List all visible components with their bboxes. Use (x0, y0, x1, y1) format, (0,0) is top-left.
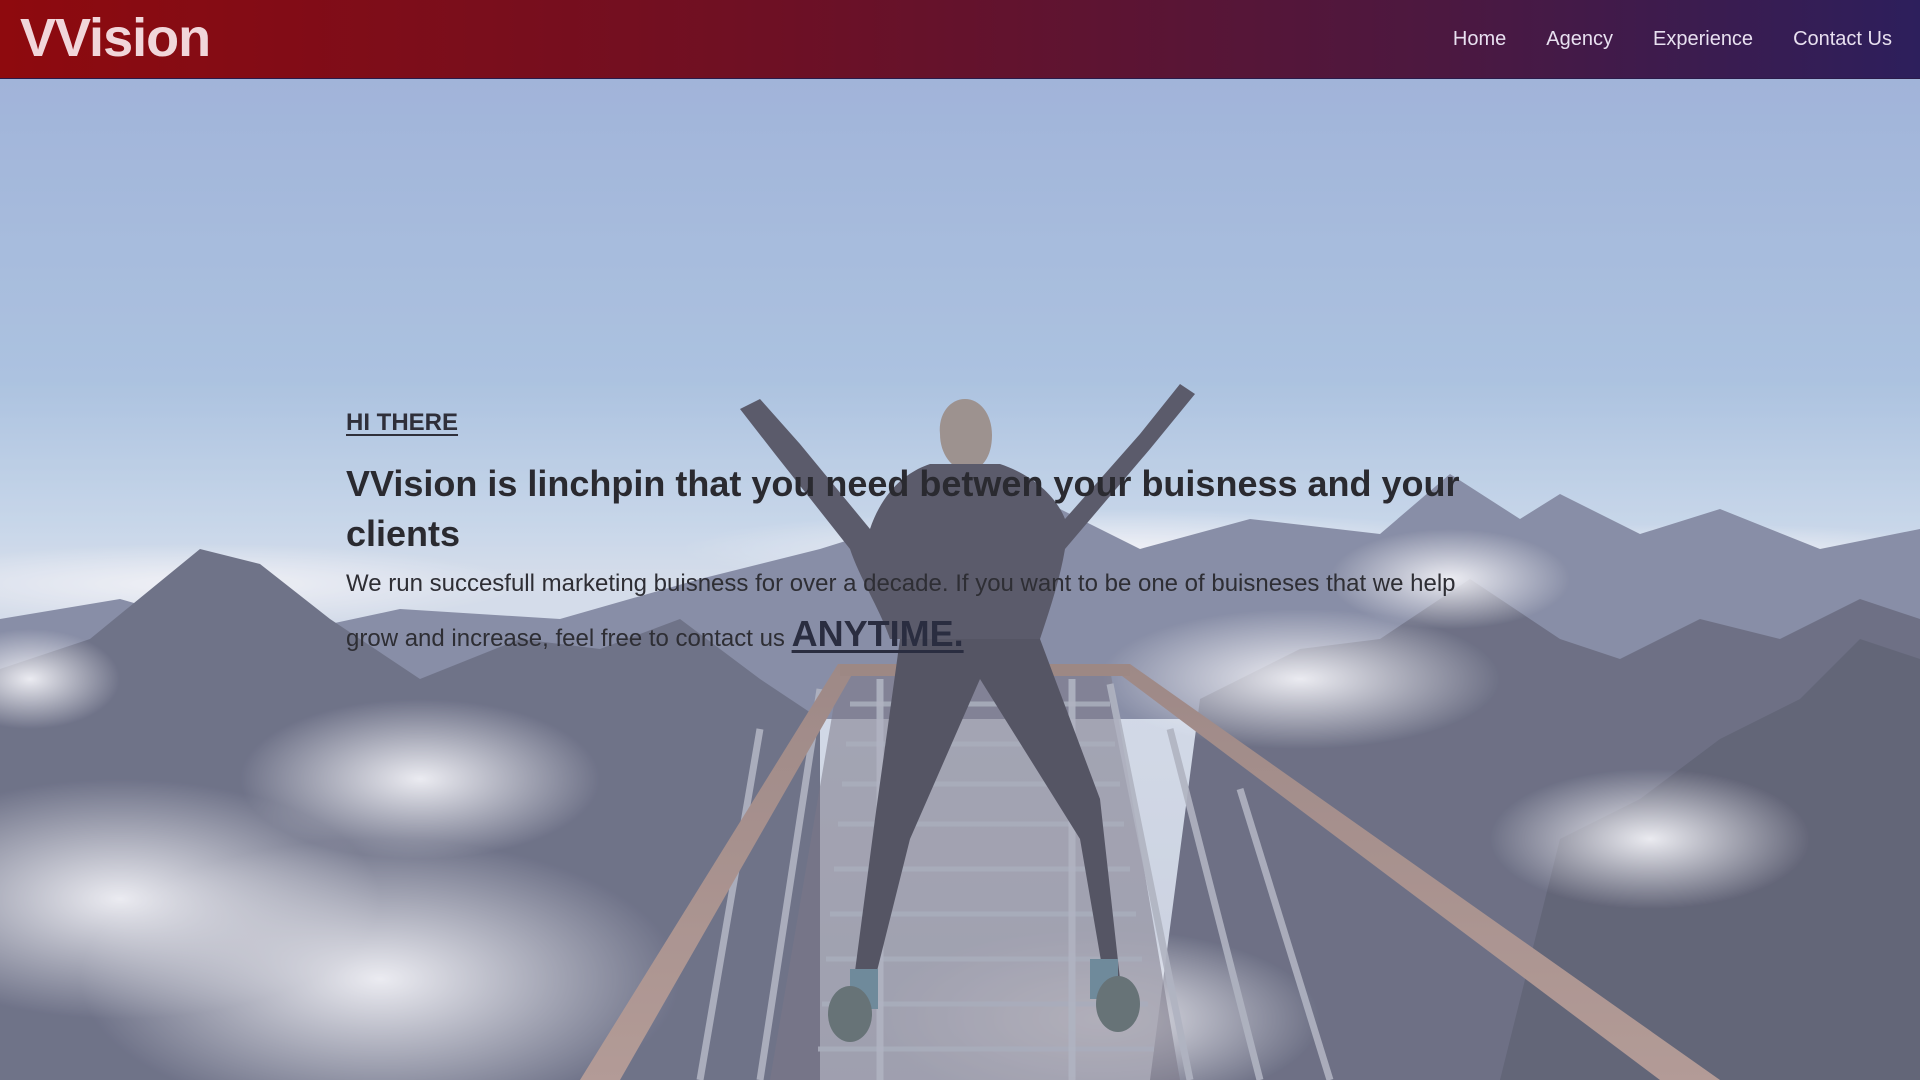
page: VVision Home Agency Experience Contact U… (0, 0, 1920, 1080)
hero-eyebrow: HI THERE (346, 409, 459, 436)
hero-section: HI THERE VVision is linchpin that you ne… (0, 79, 1920, 1080)
cta-anytime-link[interactable]: ANYTIME. (792, 613, 964, 654)
nav-item-experience: Experience (1653, 28, 1753, 51)
hero-lead-text: We run succesfull marketing buisness for… (346, 559, 1496, 664)
hero-content: HI THERE VVision is linchpin that you ne… (346, 409, 1496, 664)
main-nav: Home Agency Experience Contact Us (1453, 0, 1892, 79)
nav-item-contact: Contact Us (1793, 28, 1892, 51)
nav-link-home[interactable]: Home (1453, 28, 1506, 50)
top-navbar: VVision Home Agency Experience Contact U… (0, 0, 1920, 79)
nav-item-home: Home (1453, 28, 1506, 51)
nav-link-contact-us[interactable]: Contact Us (1793, 28, 1892, 50)
hero-headline: VVision is linchpin that you need betwen… (346, 463, 1460, 554)
nav-link-agency[interactable]: Agency (1546, 28, 1613, 50)
brand-logo[interactable]: VVision (20, 6, 211, 70)
nav-item-agency: Agency (1546, 28, 1613, 51)
nav-link-experience[interactable]: Experience (1653, 28, 1753, 50)
